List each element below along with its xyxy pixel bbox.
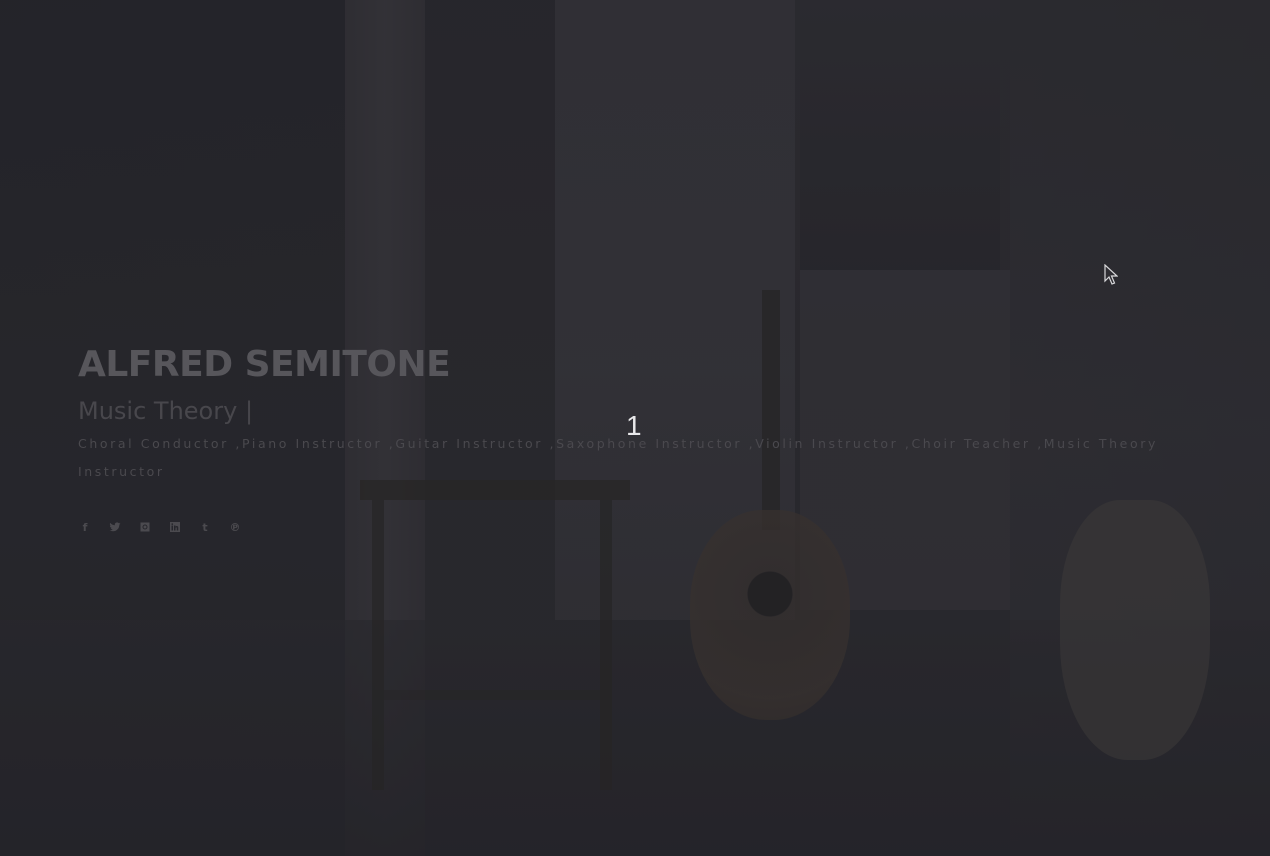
page: ALFRED SEMITONE Music Theory | Choral Co… bbox=[0, 0, 1270, 856]
hero-name: ALFRED SEMITONE bbox=[78, 344, 451, 385]
pinterest-icon[interactable]: ℗ bbox=[228, 520, 242, 534]
facebook-icon[interactable]: f bbox=[78, 520, 92, 534]
linkedin-icon[interactable] bbox=[168, 520, 182, 534]
typed-cursor: | bbox=[244, 397, 254, 425]
twitter-icon[interactable] bbox=[108, 520, 122, 534]
instagram-icon[interactable] bbox=[138, 520, 152, 534]
social-links: f t ℗ bbox=[78, 520, 1198, 534]
typed-role-text: Music Theory bbox=[78, 397, 238, 425]
preloader-counter: 1 bbox=[626, 410, 642, 441]
tumblr-icon[interactable]: t bbox=[198, 520, 212, 534]
mouse-pointer-icon bbox=[1104, 264, 1118, 285]
